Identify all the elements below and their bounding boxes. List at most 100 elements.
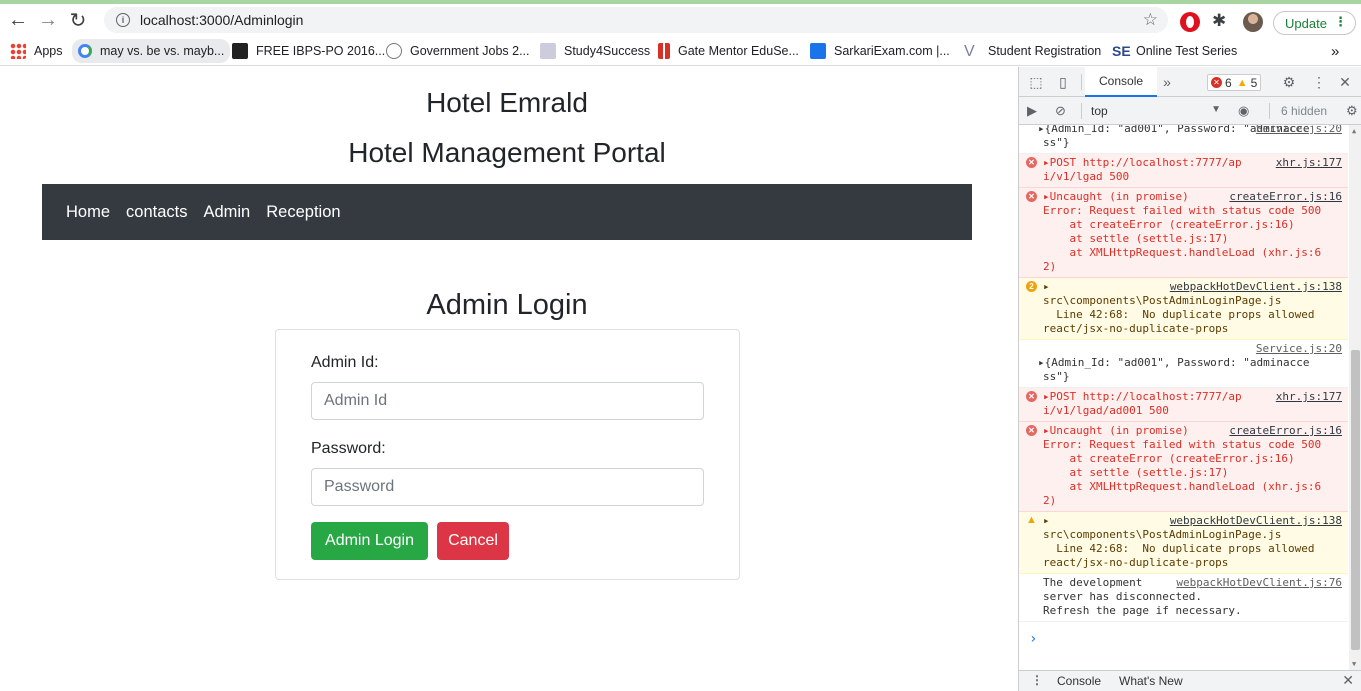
- message-line: Error: Request failed with status code 5…: [1043, 204, 1322, 217]
- forward-arrow-icon[interactable]: →: [33, 5, 63, 35]
- error-icon: ✕: [1026, 157, 1037, 168]
- close-drawer-icon[interactable]: ✕: [1342, 672, 1354, 689]
- opera-extension-icon[interactable]: [1180, 12, 1200, 32]
- sarkari-icon: [810, 43, 826, 59]
- message-source-link[interactable]: createError.js:16: [1229, 424, 1342, 438]
- password-input[interactable]: [311, 468, 704, 506]
- tab-console[interactable]: Console: [1081, 67, 1158, 97]
- message-line: at settle (settle.js:17): [1043, 466, 1229, 479]
- console-message-warning[interactable]: ▲ webpackHotDevClient.js:138 ▸ src\componen…: [1019, 512, 1348, 574]
- navbar: Home contacts Admin Reception: [42, 184, 972, 240]
- bookmarks-overflow-icon[interactable]: »: [1331, 41, 1339, 61]
- reload-icon[interactable]: ↻: [63, 5, 93, 35]
- gate-mentor-icon: [658, 43, 670, 59]
- message-source-link[interactable]: Service.js:20: [1256, 125, 1342, 136]
- drawer-tab-whats-new[interactable]: What's New: [1119, 674, 1183, 688]
- scroll-thumb[interactable]: [1351, 350, 1360, 650]
- message-source-link[interactable]: webpackHotDevClient.js:138: [1170, 280, 1342, 294]
- device-toolbar-icon[interactable]: ▯: [1055, 74, 1071, 90]
- address-bar[interactable]: i localhost:3000/Adminlogin ☆: [104, 7, 1168, 33]
- chrome-menu-icon[interactable]: ⋮: [1334, 14, 1347, 30]
- message-source-link[interactable]: xhr.js:177: [1276, 156, 1342, 170]
- console-scrollbar[interactable]: ▲ ▼: [1349, 125, 1361, 670]
- error-icon: ✕: [1026, 191, 1037, 202]
- settings-gear-icon[interactable]: ⚙: [1281, 74, 1297, 90]
- message-line: at settle (settle.js:17): [1043, 232, 1229, 245]
- dropdown-arrow-icon: ▼: [1211, 104, 1221, 115]
- toolbar: ← → ↻ i localhost:3000/Adminlogin ☆ ✱ Up…: [0, 4, 1361, 36]
- message-source-link[interactable]: Service.js:20: [1256, 342, 1342, 356]
- drawer-tab-console[interactable]: Console: [1057, 674, 1101, 688]
- error-icon: ✕: [1026, 391, 1037, 402]
- update-button[interactable]: Update ⋮: [1273, 11, 1356, 35]
- bookmark-apps[interactable]: Apps: [10, 41, 63, 61]
- console-message-error[interactable]: ✕ xhr.js:177 ▸POST http://localhost:7777/a…: [1019, 154, 1348, 188]
- message-line: Refresh the page if necessary.: [1043, 604, 1242, 617]
- message-line: at createError (createError.js:16): [1043, 218, 1295, 231]
- console-message-log[interactable]: webpackHotDevClient.js:76 The development…: [1019, 574, 1348, 622]
- nav-admin[interactable]: Admin: [195, 203, 258, 222]
- bookmark-sarkariexam[interactable]: SarkariExam.com |...: [810, 41, 950, 61]
- url-text[interactable]: localhost:3000/Adminlogin: [140, 12, 303, 28]
- bookmark-student-registration[interactable]: V Student Registration: [964, 41, 1101, 61]
- message-line: at XMLHttpRequest.handleLoad (xhr.js:6: [1043, 480, 1322, 493]
- study-icon: [540, 43, 556, 59]
- devtools-panel: ⬚ ▯ Console » ✕ 6 ▲ 5 ⚙ ⋮ ✕ ▶ ⊘ top ▼ ◉ 6 …: [1018, 67, 1361, 691]
- devtools-menu-icon[interactable]: ⋮: [1311, 74, 1327, 90]
- bookmark-study4success[interactable]: Study4Success: [540, 41, 650, 61]
- back-arrow-icon[interactable]: ←: [3, 5, 33, 35]
- hotel-name: Hotel Emrald: [426, 87, 588, 118]
- console-message-log[interactable]: Service.js:20 ▸{Admin_Id: "ad001", Passwo…: [1019, 125, 1348, 154]
- message-line: Line 42:68: No duplicate props allowed: [1043, 542, 1315, 555]
- scroll-down-icon[interactable]: ▼: [1352, 660, 1356, 668]
- console-prompt-icon[interactable]: ›: [1029, 631, 1037, 647]
- message-source-link[interactable]: webpackHotDevClient.js:138: [1170, 514, 1342, 528]
- extensions-puzzle-icon[interactable]: ✱: [1212, 11, 1232, 31]
- inspect-element-icon[interactable]: ⬚: [1028, 74, 1044, 90]
- cancel-button[interactable]: Cancel: [437, 522, 509, 560]
- devtools-drawer: ⋮ Console What's New ✕: [1019, 670, 1361, 691]
- console-message-error[interactable]: ✕ createError.js:16 ▸Uncaught (in promise)…: [1019, 422, 1348, 512]
- message-line: ▸{Admin_Id: "ad001", Password: "adminacc…: [1038, 356, 1310, 369]
- bookmark-online-test-series[interactable]: SE Online Test Series: [1112, 41, 1237, 61]
- bookmark-grammar[interactable]: may vs. be vs. mayb...: [72, 39, 231, 63]
- console-settings-gear-icon[interactable]: ⚙: [1346, 103, 1358, 119]
- nav-reception[interactable]: Reception: [258, 203, 348, 222]
- more-tabs-icon[interactable]: »: [1159, 74, 1175, 90]
- close-devtools-icon[interactable]: ✕: [1337, 74, 1353, 90]
- hidden-messages-count[interactable]: 6 hidden: [1281, 104, 1327, 118]
- admin-id-label: Admin Id:: [311, 354, 379, 371]
- sidebar-toggle-icon[interactable]: ▶: [1027, 103, 1037, 119]
- console-log: Service.js:20 ▸{Admin_Id: "ad001", Passwo…: [1019, 125, 1348, 670]
- bookmark-gate-mentor[interactable]: Gate Mentor EduSe...: [658, 41, 799, 61]
- message-source-link[interactable]: xhr.js:177: [1276, 390, 1342, 404]
- message-source-link[interactable]: createError.js:16: [1229, 190, 1342, 204]
- profile-avatar[interactable]: [1243, 12, 1263, 32]
- issue-counts-badge[interactable]: ✕ 6 ▲ 5: [1207, 74, 1262, 91]
- context-selector[interactable]: top ▼: [1091, 101, 1221, 121]
- console-message-error[interactable]: ✕ createError.js:16 ▸Uncaught (in promise)…: [1019, 188, 1348, 278]
- apps-grid-icon: [10, 43, 26, 59]
- bookmark-ibps[interactable]: FREE IBPS-PO 2016...: [232, 41, 385, 61]
- nav-contacts[interactable]: contacts: [118, 203, 195, 222]
- scroll-up-icon[interactable]: ▲: [1352, 127, 1356, 135]
- drawer-menu-icon[interactable]: ⋮: [1031, 673, 1043, 687]
- admin-login-button[interactable]: Admin Login: [311, 522, 428, 560]
- admin-id-input[interactable]: [311, 382, 704, 420]
- message-line: src\components\PostAdminLoginPage.js: [1043, 528, 1282, 541]
- console-message-error[interactable]: ✕ xhr.js:177 ▸POST http://localhost:7777/a…: [1019, 388, 1348, 422]
- live-expression-eye-icon[interactable]: ◉: [1238, 103, 1249, 119]
- console-message-warning[interactable]: 2 webpackHotDevClient.js:138 ▸ src\componen…: [1019, 278, 1348, 340]
- bookmark-government-jobs[interactable]: Government Jobs 2...: [386, 41, 530, 61]
- message-source-link[interactable]: webpackHotDevClient.js:76: [1176, 576, 1342, 590]
- nav-home[interactable]: Home: [58, 203, 118, 222]
- site-info-icon[interactable]: i: [116, 13, 130, 27]
- password-label: Password:: [311, 440, 386, 457]
- clear-console-icon[interactable]: ⊘: [1055, 103, 1066, 119]
- message-line: at createError (createError.js:16): [1043, 452, 1295, 465]
- console-message-log[interactable]: Service.js:20 ▸{Admin_Id: "ad001", Passw…: [1019, 340, 1348, 388]
- message-line: ss"}: [1043, 136, 1070, 149]
- bookmark-star-icon[interactable]: ☆: [1143, 10, 1158, 30]
- message-line: 2): [1043, 494, 1057, 507]
- warning-count-icon: 2: [1026, 281, 1037, 292]
